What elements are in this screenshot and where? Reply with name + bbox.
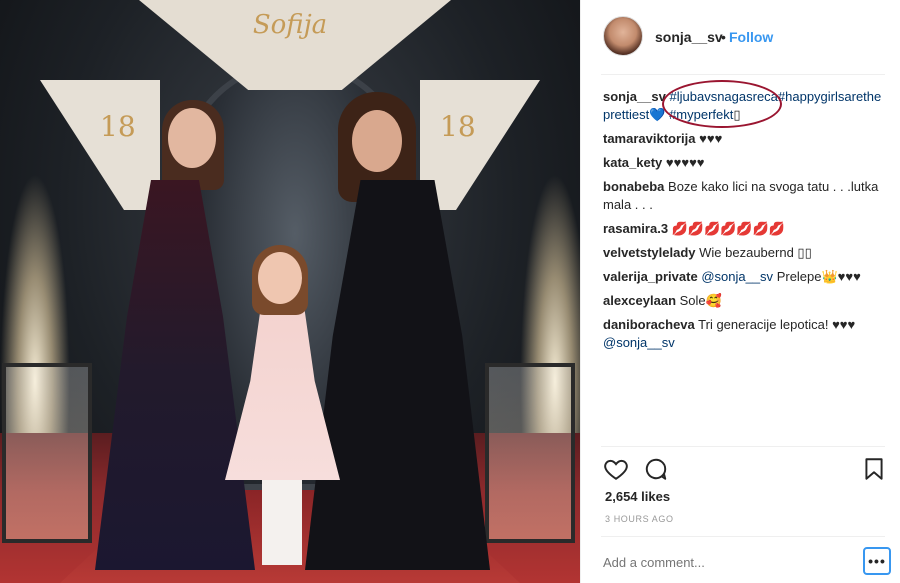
comment: daniboracheva Tri generacije lepotica! ♥… — [603, 316, 885, 352]
caption: sonja__sv #ljubavsnagasreca#happygirlsar… — [603, 88, 885, 124]
girl-face — [258, 252, 302, 304]
comment-text: Sole🥰 — [679, 293, 722, 308]
post-sidebar: sonja__sv • Follow sonja__sv #ljubavsnag… — [580, 0, 900, 583]
caption-username[interactable]: sonja__sv — [603, 89, 666, 104]
comment: rasamira.3 💋💋💋💋💋💋💋 — [603, 220, 885, 238]
mention-link[interactable]: @sonja__sv — [701, 269, 773, 284]
more-options-button[interactable]: ••• — [863, 547, 891, 575]
post-photo[interactable]: Sofija 18 18 — [0, 0, 580, 583]
girl-legs — [262, 470, 302, 565]
comment: alexceylaan Sole🥰 — [603, 292, 885, 310]
comment-username[interactable]: daniboracheva — [603, 317, 695, 332]
header-separator: • — [721, 29, 726, 45]
heart-icon[interactable] — [603, 456, 629, 482]
hashtag-link[interactable]: #myperfekt — [669, 107, 733, 122]
comment-username[interactable]: velvetstylelady — [603, 245, 696, 260]
add-comment-divider — [601, 536, 885, 537]
photo-number-right: 18 — [440, 110, 476, 143]
comment-icon[interactable] — [643, 456, 669, 482]
bookmark-icon[interactable] — [861, 456, 887, 482]
lantern-right — [485, 363, 575, 543]
more-options-icon: ••• — [868, 553, 886, 569]
comment-username[interactable]: kata_kety — [603, 155, 662, 170]
header-username[interactable]: sonja__sv — [655, 29, 723, 45]
hashtag-link[interactable]: #ljubavsnagasreca — [670, 89, 778, 104]
comment-text: ♥♥♥♥♥ — [665, 155, 705, 170]
comment: bonabeba Boze kako lici na svoga tatu . … — [603, 178, 885, 214]
photo-logo-text: Sofija — [252, 10, 328, 40]
comment-username[interactable]: alexceylaan — [603, 293, 676, 308]
comment: velvetstylelady Wie bezaubernd ▯▯ — [603, 244, 885, 262]
comment-username[interactable]: bonabeba — [603, 179, 664, 194]
caption-trailing-glyph: ▯ — [733, 107, 741, 122]
lantern-left — [2, 363, 92, 543]
header-divider — [601, 74, 885, 75]
woman-right-face — [352, 110, 402, 172]
photo-number-left: 18 — [100, 110, 136, 143]
likes-count[interactable]: 2,654 likes — [605, 489, 670, 504]
mention-link[interactable]: @sonja__sv — [603, 335, 675, 350]
woman-left-face — [168, 108, 216, 168]
comment-username[interactable]: rasamira.3 — [603, 221, 668, 236]
instagram-post: Sofija 18 18 sonja__sv • Follow sonja__s… — [0, 0, 900, 583]
add-comment-input[interactable] — [603, 552, 843, 572]
comment-text: 💋💋💋💋💋💋💋 — [671, 221, 785, 236]
timestamp: 3 HOURS AGO — [605, 514, 674, 524]
follow-button[interactable]: Follow — [729, 29, 773, 45]
comment-username[interactable]: valerija_private — [603, 269, 698, 284]
post-header: sonja__sv • Follow — [581, 0, 900, 74]
actions-divider — [601, 446, 885, 447]
comment-text: Prelepe👑♥♥♥ — [776, 269, 861, 284]
comment-text: ♥♥♥ — [699, 131, 723, 146]
comment-text: Wie bezaubernd ▯▯ — [699, 245, 812, 260]
comment-username[interactable]: tamaraviktorija — [603, 131, 696, 146]
comment: valerija_private @sonja__sv Prelepe👑♥♥♥ — [603, 268, 885, 286]
comment: kata_kety ♥♥♥♥♥ — [603, 154, 885, 172]
comment: tamaraviktorija ♥♥♥ — [603, 130, 885, 148]
comment-text: Tri generacije lepotica! ♥♥♥ — [698, 317, 856, 332]
comments-list: sonja__sv #ljubavsnagasreca#happygirlsar… — [603, 88, 885, 358]
heart-emoji: 💙 — [649, 107, 666, 122]
avatar[interactable] — [603, 16, 643, 56]
